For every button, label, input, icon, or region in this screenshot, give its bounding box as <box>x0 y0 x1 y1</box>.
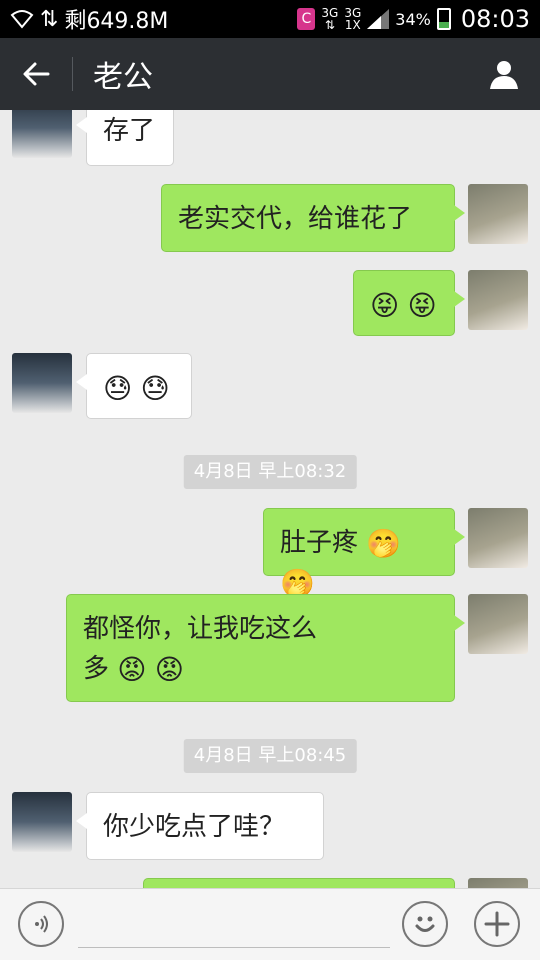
battery-percent-text: 34% <box>395 9 431 29</box>
network-3g-indicator: 3G ⇅ <box>321 6 339 32</box>
sweat-emoji: 😓 <box>103 371 133 405</box>
message-text-line: 多 <box>83 654 110 684</box>
header-divider <box>72 57 73 91</box>
app-notification-icon: C <box>297 8 316 30</box>
data-transfer-icon: ⇅ <box>40 6 59 32</box>
my-avatar[interactable] <box>468 270 528 330</box>
outgoing-message-bubble[interactable]: 😝 😝 <box>353 270 465 336</box>
plus-icon <box>484 911 510 937</box>
incoming-message-bubble[interactable]: 你少吃点了哇？ <box>76 792 324 860</box>
contact-name: 老公 <box>93 60 153 95</box>
back-button[interactable] <box>0 38 72 110</box>
chat-header: 老公 <box>0 38 540 110</box>
status-bar: ⇅ 剩649.8M C 3G ⇅ 3G 1X 34% 08:03 <box>0 0 540 38</box>
outgoing-message-bubble[interactable]: 都怪你，让我吃这么 多 😡 😡 <box>66 594 465 702</box>
outgoing-message-bubble[interactable]: 肚子疼 🤭 🤭 <box>263 508 465 600</box>
angry-face-emoji: 😡 <box>117 652 147 686</box>
sweat-emoji: 😓 <box>140 371 170 405</box>
message-timestamp: 4月8日 早上08:45 <box>183 739 357 773</box>
my-avatar[interactable] <box>468 508 528 568</box>
incoming-message-bubble[interactable]: 😓 😓 <box>76 353 192 419</box>
message-text: 肚子疼 <box>280 528 359 558</box>
outgoing-message-bubble[interactable]: 老实交代，给谁花了 <box>161 184 465 252</box>
voice-input-button[interactable] <box>18 901 64 947</box>
message-list[interactable]: 存了 老实交代，给谁花了 😝 😝 😓 😓 4月8日 早上08:32 肚子疼 🤭 … <box>0 110 540 888</box>
message-text: 存了 <box>103 116 156 146</box>
squinting-tongue-emoji: 😝 <box>407 288 437 322</box>
sim-network-indicator: 3G 1X <box>344 6 362 32</box>
remaining-data-text: 剩649.8M <box>64 9 169 34</box>
person-icon <box>490 61 518 89</box>
emoji-button[interactable] <box>402 901 448 947</box>
voice-icon <box>35 915 48 933</box>
my-avatar[interactable] <box>468 184 528 244</box>
incoming-message-bubble[interactable]: 存了 <box>76 110 174 166</box>
input-bar <box>0 888 540 960</box>
message-input[interactable] <box>78 947 390 948</box>
my-avatar[interactable] <box>468 878 528 888</box>
squinting-tongue-emoji: 😝 <box>370 288 400 322</box>
contact-avatar[interactable] <box>12 792 72 852</box>
hand-over-mouth-emoji: 🤭 <box>366 526 402 560</box>
more-actions-button[interactable] <box>474 901 520 947</box>
contact-profile-button[interactable] <box>468 38 540 110</box>
my-avatar[interactable] <box>468 594 528 654</box>
arrow-left-icon <box>23 62 50 86</box>
smiley-icon <box>415 916 435 932</box>
outgoing-message-bubble[interactable] <box>143 878 455 888</box>
message-text: 老实交代，给谁花了 <box>178 204 413 234</box>
angry-face-emoji: 😡 <box>154 652 184 686</box>
clock-text: 08:03 <box>460 5 530 33</box>
battery-icon <box>436 8 451 30</box>
message-text-line: 都怪你，让我吃这么 <box>83 614 318 644</box>
wifi-icon <box>10 9 34 29</box>
contact-avatar[interactable] <box>12 353 72 413</box>
message-timestamp: 4月8日 早上08:32 <box>183 455 357 489</box>
message-text: 你少吃点了哇？ <box>103 812 286 842</box>
contact-avatar[interactable] <box>12 110 72 158</box>
signal-strength-icon <box>367 9 390 29</box>
